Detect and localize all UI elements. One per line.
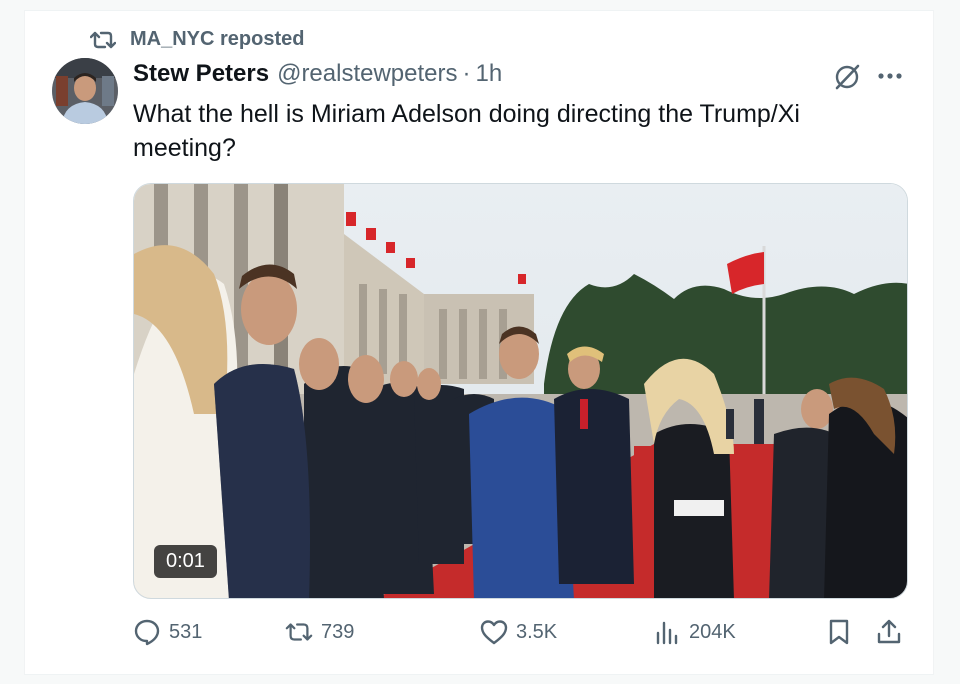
views-count: 204K [689,620,736,643]
author-handle[interactable]: @realstewpeters [277,60,457,88]
repost-count: 739 [321,620,355,643]
repost-context[interactable]: MA_NYC reposted [90,28,304,51]
bookmark-button[interactable] [825,618,861,646]
bookmark-icon [825,618,853,646]
more-icon[interactable] [876,66,904,86]
repost-icon [90,29,116,51]
tweet-header: Stew Peters @realstewpeters · 1h [133,60,502,88]
share-button[interactable] [875,618,911,646]
reply-button[interactable]: 531 [133,618,202,646]
views-icon [653,618,681,646]
separator-dot: · [462,60,471,87]
video-thumbnail [134,184,907,598]
repost-icon [285,618,313,646]
like-count: 3.5K [516,620,558,643]
tweet-text: What the hell is Miriam Adelson doing di… [133,100,800,162]
repost-label: MA_NYC reposted [130,28,305,50]
reply-count: 531 [169,620,203,643]
like-button[interactable]: 3.5K [480,618,557,646]
reply-icon [133,618,161,646]
views-button[interactable]: 204K [653,618,736,646]
video-player[interactable]: 0:01 [133,183,908,599]
action-bar: 531 739 3.5K 204K [133,618,908,658]
repost-button[interactable]: 739 [285,618,354,646]
share-icon [875,618,903,646]
grok-icon[interactable] [832,62,862,92]
video-duration: 0:01 [154,545,217,578]
heart-icon [480,618,508,646]
avatar[interactable] [52,58,118,124]
timestamp[interactable]: 1h [476,60,503,88]
author-name[interactable]: Stew Peters [133,60,269,88]
